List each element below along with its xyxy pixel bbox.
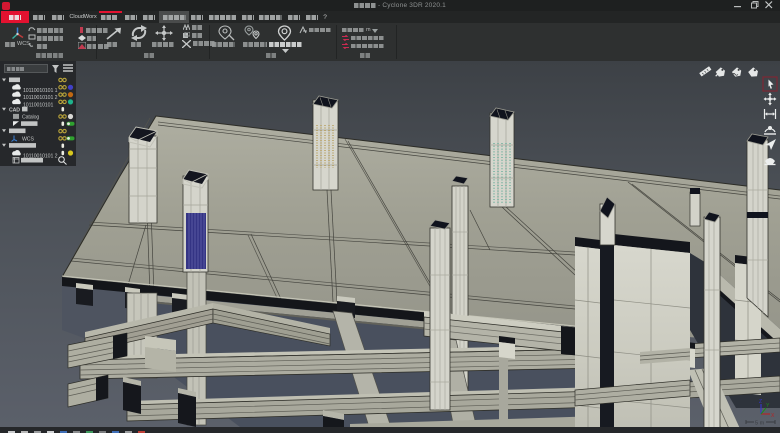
svg-text:10110010101 2: 10110010101 2 — [23, 95, 58, 101]
svg-text:5 m: 5 m — [755, 421, 765, 427]
svg-text:WCS: WCS — [22, 137, 34, 143]
svg-text:Z: Z — [759, 399, 762, 405]
svg-text:Catalog: Catalog — [22, 115, 39, 121]
svg-text:10110010101: 10110010101 — [23, 102, 53, 108]
svg-text:CAD: CAD — [9, 107, 20, 113]
svg-text:10110010101 1: 10110010101 1 — [23, 88, 58, 94]
